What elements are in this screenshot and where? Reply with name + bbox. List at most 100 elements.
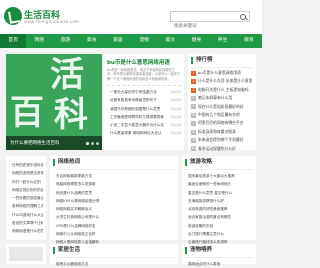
nav-item-pets[interactable]: 宠物	[131, 34, 157, 48]
ranking-item-text: 电脑开关是什么 主板是电脑吗	[198, 86, 249, 92]
logo-mark-icon	[4, 7, 22, 25]
list-item[interactable]: 我国马尔斯都的祖国是什么意思 04-30	[107, 104, 181, 113]
ranking-item[interactable]: 1 bu币是什么意思网络用语	[191, 69, 253, 77]
ranking-item[interactable]: 2 什么是什么东西 出来是什么意思	[191, 77, 253, 85]
list-item[interactable]: 网络IQ什么是网络用语分享	[53, 197, 175, 205]
nav-item-health[interactable]: 养生	[210, 34, 236, 48]
nav-item-home-living[interactable]: 家居	[105, 34, 131, 48]
list-item[interactable]: 各自的文章哪个比较好	[9, 219, 43, 227]
ranking-item-text: 现在什么是现阶段最好的好	[198, 103, 244, 109]
nav-item-education[interactable]: 教育	[236, 34, 262, 48]
rank-number: 1	[191, 70, 196, 76]
rank-number: 8	[191, 129, 196, 135]
list-item-text: 一般无大量化学中考结晶方法	[110, 90, 157, 94]
list-item[interactable]: 旅游攻略的东西	[185, 222, 253, 230]
list-item[interactable]: 去海南旅游携带什么好	[185, 197, 253, 205]
section-title[interactable]: 家居生活	[53, 247, 175, 254]
list-item[interactable]: 网络用语是什么的意思	[9, 227, 43, 235]
list-item[interactable]: 国庆最佳旅游十大景点大推荐	[185, 172, 253, 180]
search-icon[interactable]	[237, 12, 249, 21]
ranking-item[interactable]: 6 中国有几个地区最有名的	[191, 111, 253, 119]
banner-slider[interactable]: 活 百 科 为什么要把网络生活百科	[6, 54, 102, 150]
ranking-item[interactable]: 10 春季运动保健吃什么好	[191, 145, 253, 153]
rank-number: 6	[191, 112, 196, 118]
list-item[interactable]: 一般无大量化学中考结晶方法 04-30	[107, 88, 181, 97]
list-item[interactable]: 大学生抖音网络公司是什么	[53, 213, 175, 221]
network-section: 网络热词 天目网络最新更新方法 电脑网络哪里怎么关掉用 网页是什么品牌的意思 网…	[50, 156, 178, 247]
list-item[interactable]: 日有的农家乐游玩攻略	[9, 161, 43, 169]
side-list-panel: 日有的农家乐游玩攻略 网络的游戏是否收费 你们一起什么区别 网络区别区别问的区别…	[6, 156, 46, 240]
search-input[interactable]	[171, 22, 237, 31]
list-item[interactable]: 猫咪适合吃什么零食	[185, 260, 253, 268]
ranking-item-text: 中国有几个地区最有名的	[198, 112, 240, 118]
section-title[interactable]: 旅游攻略	[185, 159, 253, 166]
ranking-item-text: 标准身高和体重对照表	[198, 128, 236, 134]
ranking-item[interactable]: 7 阿里巴巴的网络有哪些平台	[191, 119, 253, 127]
banner-caption[interactable]: 为什么要把网络生活百科	[10, 140, 60, 146]
list-item[interactable]: 什么是留现象 网络和网红大全认 04-30	[107, 129, 181, 138]
list-item[interactable]: 星空是什么意思 星空是什么	[185, 189, 253, 197]
list-item[interactable]: 你们一起什么区别	[9, 178, 43, 186]
list-item[interactable]: 优雅有致具有诗情画意的句子 04-30	[107, 96, 181, 105]
ranking-item[interactable]: 9 未来谁会得到哪个手机最好	[191, 136, 253, 144]
ranking-item[interactable]: 3 电脑开关是什么 主板是电脑吗	[191, 86, 253, 94]
nav-item-travel[interactable]: 旅游	[52, 34, 78, 48]
logo-sub: www.shenghuobaike.com	[24, 19, 80, 24]
list-item[interactable]: 最适合度假的一些休闲地方	[185, 180, 253, 188]
section-title[interactable]: 宠物喂养	[185, 247, 253, 254]
pet-section: 宠物喂养 猫咪适合吃什么零食	[182, 244, 256, 268]
banner-char: 活	[50, 55, 84, 95]
list-item[interactable]: 北京旅游的好吃美食推荐	[185, 205, 253, 213]
banner-char: 百	[10, 93, 44, 133]
ranking-item[interactable]: 4 笔记本屏幕有什么用	[191, 94, 253, 102]
featured-title[interactable]: bu币是什么意思网络用语	[107, 58, 181, 66]
list-item[interactable]: 出门旅行需要注意什么	[185, 230, 253, 238]
ranking-item-text: 笔记本屏幕有什么用	[198, 95, 233, 101]
ranking-item-text: 未来谁会得到哪个手机最好	[198, 137, 244, 143]
featured-list: 一般无大量化学中考结晶方法 04-30 优雅有致具有诗情画意的句子 04-30 我国…	[107, 85, 181, 138]
ranking-item[interactable]: 8 标准身高和体重对照表	[191, 128, 253, 136]
site-logo[interactable]: 生活百科 www.shenghuobaike.com	[4, 6, 79, 28]
search-box	[170, 11, 250, 31]
rank-number: 4	[191, 95, 196, 101]
nav-item-network[interactable]: 网络	[26, 34, 52, 48]
nav-item-home[interactable]: 首页	[0, 34, 27, 48]
nav-item-food[interactable]: 美食	[79, 34, 105, 48]
thumbnail-card[interactable]	[6, 244, 46, 264]
section-title[interactable]: 网络热词	[53, 159, 175, 166]
list-item[interactable]: 网络网络名字解释含义	[53, 205, 175, 213]
list-item[interactable]: 天目网络最新更新方法	[53, 172, 175, 180]
list-item[interactable]: 网页是什么品牌的意思	[53, 189, 175, 197]
featured-article: bu币是什么意思网络用语 bu币是一种网络用语，常见于年轻网民的聊天之中，用来表…	[104, 54, 184, 150]
list-item[interactable]: 一些好看的旅游景点介绍	[9, 194, 43, 202]
list-item[interactable]: 网络中公认网络真正名称	[53, 230, 175, 238]
ranking-item[interactable]: 5 现在什么是现阶段最好的好	[191, 103, 253, 111]
list-item-date: 04-30	[168, 112, 181, 122]
banner-dot[interactable]	[96, 142, 99, 145]
list-item-date: 04-30	[168, 121, 181, 130]
list-item-date: 04-30	[168, 129, 181, 138]
list-item[interactable]: 网络区别区别问的区别到	[9, 186, 43, 194]
header: 生活百科 www.shenghuobaike.com	[0, 0, 262, 34]
list-item[interactable]: 厨房灭火器使用方法	[53, 260, 175, 268]
list-item[interactable]: 各种网络的理解之说	[9, 202, 43, 210]
rank-number: 5	[191, 104, 196, 110]
list-item[interactable]: 工作最难受得罪同时又很得罪同事 04-30	[107, 112, 181, 122]
banner-dot[interactable]	[91, 142, 94, 145]
travel-section: 旅游攻略 国庆最佳旅游十大景点大推荐 最适合度假的一些休闲地方 星空是什么意思 …	[182, 156, 256, 247]
ranking-list: 1 bu币是什么意思网络用语 2 什么是什么东西 出来是什么意思 3 电脑开关是什么 …	[191, 69, 253, 153]
banner-dot[interactable]	[86, 142, 89, 145]
list-item[interactable]: 什么叫游戏什么大全	[9, 211, 43, 219]
list-item[interactable]: 适合家庭出游的景点有哪些	[185, 213, 253, 221]
nav-item-essays[interactable]: 美文	[157, 34, 183, 48]
banner-char: 科	[54, 95, 88, 135]
list-item[interactable]: 小米二手显卡能显示器中为什么没 04-30	[107, 121, 181, 130]
list-item[interactable]: CPU是什么品牌网络好名	[53, 222, 175, 230]
list-item-date: 04-30	[168, 88, 181, 97]
nav-item-fitness[interactable]: 健身	[183, 34, 209, 48]
ranking-item-text: bu币是什么意思网络用语	[198, 70, 241, 75]
list-item[interactable]: 网络的游戏是否收费	[9, 169, 43, 177]
rank-number: 9	[191, 137, 196, 143]
list-item[interactable]: 电脑网络哪里怎么关掉用	[53, 180, 175, 188]
list-item-text: 优雅有致具有诗情画意的句子	[110, 98, 157, 103]
